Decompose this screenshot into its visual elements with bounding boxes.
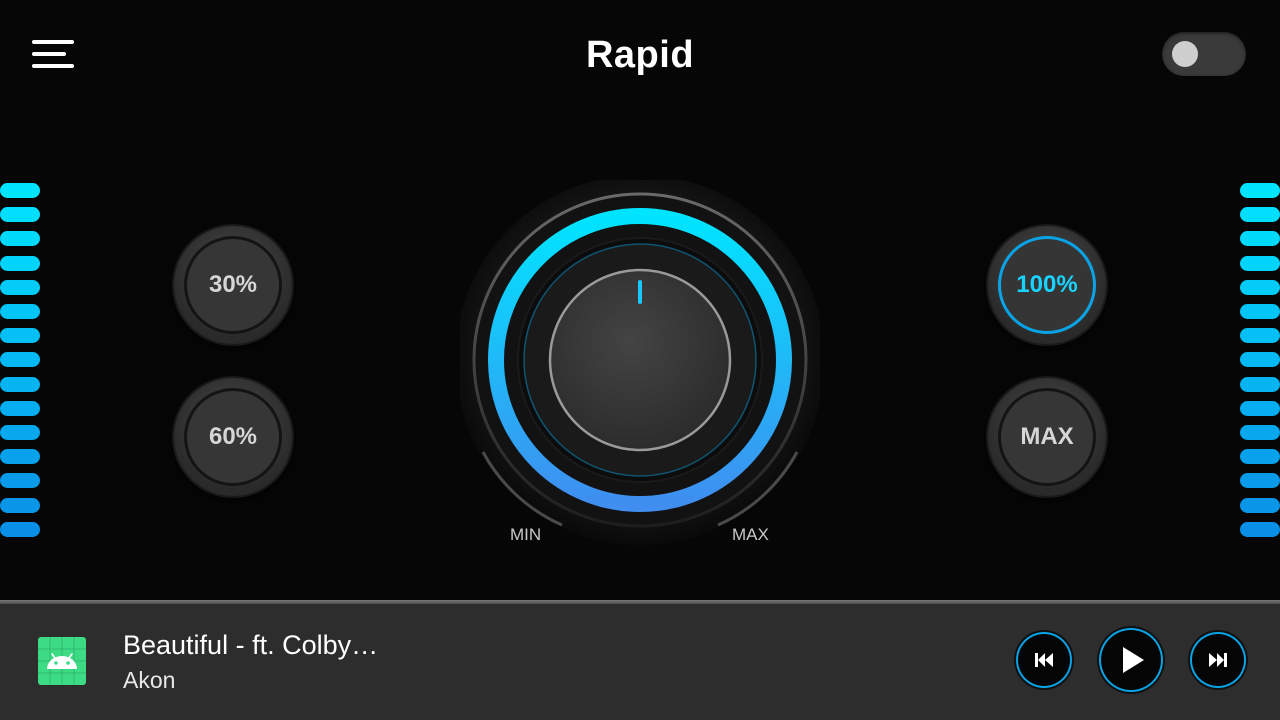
meter-segment	[0, 183, 40, 198]
app-title: Rapid	[585, 34, 695, 76]
toggle-thumb	[1172, 41, 1198, 67]
preset-face: 30%	[184, 236, 282, 334]
boost-knob[interactable]	[460, 180, 820, 550]
meter-segment	[1240, 183, 1280, 198]
preset-100-button[interactable]: 100%	[988, 226, 1106, 344]
play-button[interactable]	[1099, 628, 1163, 692]
meter-segment	[1240, 376, 1280, 392]
preset-face: 60%	[184, 388, 282, 486]
meter-segment	[1240, 328, 1280, 344]
knob-min-label: MIN	[510, 525, 542, 544]
preset-60-button[interactable]: 60%	[174, 378, 292, 496]
meter-segment	[0, 497, 40, 513]
meter-segment	[0, 255, 40, 271]
preset-label: 100%	[1016, 271, 1078, 298]
meter-segment	[0, 521, 40, 537]
power-toggle[interactable]	[1162, 32, 1246, 76]
meter-segment	[1240, 425, 1280, 440]
meter-segment	[0, 400, 40, 416]
level-meter-left	[0, 183, 40, 538]
preset-label: 60%	[208, 423, 258, 450]
meter-segment	[1240, 231, 1280, 247]
next-track-button[interactable]	[1190, 632, 1246, 688]
meter-segment	[1240, 207, 1280, 223]
skip-next-icon	[1209, 653, 1227, 667]
preset-label: 30%	[208, 271, 258, 298]
meter-segment	[1240, 279, 1280, 295]
meter-segment	[0, 207, 40, 223]
preset-30-button[interactable]: 30%	[174, 226, 292, 344]
meter-segment	[1240, 400, 1280, 416]
level-meter-right	[1240, 183, 1280, 538]
meter-segment	[1240, 521, 1280, 537]
meter-segment	[1240, 255, 1280, 271]
preset-max-button[interactable]: MAX	[988, 378, 1106, 496]
knob-indicator	[638, 280, 642, 304]
track-artist: Akon	[123, 667, 176, 693]
track-title: Beautiful - ft. Colby…	[123, 630, 379, 660]
meter-segment	[1240, 304, 1280, 319]
meter-segment	[0, 328, 40, 344]
meter-segment	[0, 425, 40, 440]
meter-segment	[1240, 473, 1280, 489]
meter-segment	[0, 352, 40, 368]
meter-segment	[1240, 497, 1280, 513]
previous-track-button[interactable]	[1016, 632, 1072, 688]
meter-segment	[0, 304, 40, 319]
preset-label: MAX	[1020, 423, 1074, 450]
now-playing-bar[interactable]	[0, 604, 1280, 720]
meter-segment	[0, 231, 40, 247]
meter-segment	[1240, 352, 1280, 368]
skip-previous-icon	[1035, 653, 1053, 667]
preset-face: 100%	[998, 236, 1096, 334]
meter-segment	[0, 449, 40, 465]
meter-segment	[1240, 449, 1280, 465]
meter-segment	[0, 279, 40, 295]
preset-face: MAX	[998, 388, 1096, 486]
meter-segment	[0, 376, 40, 392]
knob-max-label: MAX	[732, 525, 769, 544]
android-icon	[38, 637, 86, 685]
meter-segment	[0, 473, 40, 489]
play-icon	[1123, 647, 1144, 673]
